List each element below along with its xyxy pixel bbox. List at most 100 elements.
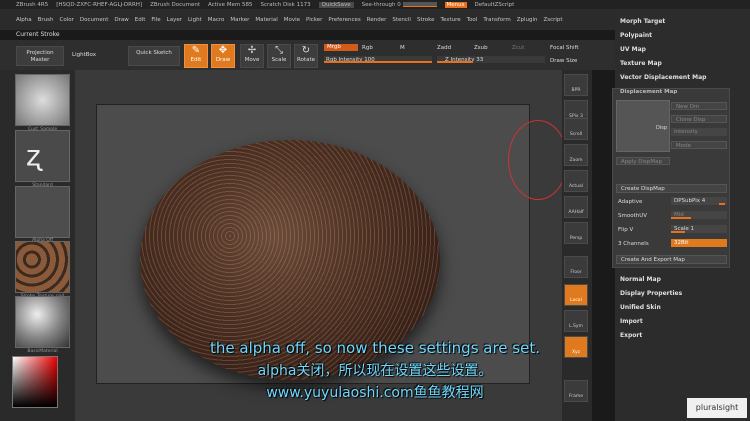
displacement-map-panel: Displacement Map Disp New Dm Clone Disp …: [612, 88, 730, 268]
shelf-zoom-button[interactable]: Zoom: [564, 144, 588, 166]
shelf-l-sym-button[interactable]: L.Sym: [564, 310, 588, 332]
menu-stencil[interactable]: Stencil: [392, 17, 411, 23]
rgb-intensity-fill: [324, 61, 432, 63]
alpha-thumbnail[interactable]: [15, 186, 70, 238]
projection-master-button[interactable]: Projection Master: [16, 46, 64, 66]
texture-thumbnail[interactable]: [15, 241, 70, 293]
morph-target-item[interactable]: Morph Target: [620, 18, 665, 25]
menu-tool[interactable]: Tool: [467, 17, 478, 23]
display-properties-item[interactable]: Display Properties: [620, 290, 682, 297]
32bit-toggle[interactable]: 32Bit: [671, 239, 727, 247]
seethrough-label: See-through: [361, 1, 396, 8]
menu-transform[interactable]: Transform: [483, 17, 510, 23]
menu-texture[interactable]: Texture: [441, 17, 461, 23]
dispmap-thumbnail[interactable]: Disp: [616, 100, 670, 152]
menu-macro[interactable]: Macro: [208, 17, 225, 23]
move-label: Move: [244, 57, 260, 63]
shelf-aahalf-button[interactable]: AAHalf: [564, 196, 588, 218]
smoothuv-toggle[interactable]: SmoothUV: [618, 213, 647, 219]
zcut-toggle[interactable]: Zcut: [512, 45, 524, 51]
rgb-intensity-slider[interactable]: Rgb Intensity 100: [324, 56, 432, 63]
default-zscript-button[interactable]: DefaultZScript: [475, 2, 515, 8]
zsub-toggle[interactable]: Zsub: [474, 45, 488, 51]
mrgb-toggle[interactable]: Mrgb: [324, 44, 358, 51]
seethrough-track: [402, 1, 437, 7]
draw-icon: ✥: [218, 45, 228, 56]
current-stroke-label: Current Stroke: [16, 31, 60, 38]
displacement-map-header[interactable]: Displacement Map: [620, 89, 677, 95]
active-mem: Active Mem 585: [207, 1, 253, 8]
menu-document[interactable]: Document: [80, 17, 109, 23]
three-channels-toggle[interactable]: 3 Channels: [618, 241, 649, 247]
move-button[interactable]: ✢ Move: [240, 44, 264, 68]
focal-shift-slider[interactable]: Focal Shift: [550, 45, 579, 51]
scale-button[interactable]: ⤡ Scale: [267, 44, 291, 68]
menu-file[interactable]: File: [151, 17, 160, 23]
quicksave-button[interactable]: QuickSave: [318, 1, 354, 8]
menu-marker[interactable]: Marker: [230, 17, 249, 23]
mode-button[interactable]: Mode: [671, 141, 727, 149]
edit-button[interactable]: ✎ Edit: [184, 44, 208, 68]
import-item[interactable]: Import: [620, 318, 643, 325]
menu-light[interactable]: Light: [188, 17, 202, 23]
quick-sketch-button[interactable]: Quick Sketch: [128, 46, 180, 66]
rotate-icon: ↻: [301, 45, 311, 56]
normal-map-item[interactable]: Normal Map: [620, 276, 661, 283]
unified-skin-item[interactable]: Unified Skin: [620, 304, 661, 311]
m-toggle[interactable]: M: [400, 45, 405, 51]
shelf-scroll-button[interactable]: Scroll: [564, 118, 588, 140]
z-intensity-slider[interactable]: Z Intensity 33: [437, 56, 545, 63]
intensity-slider[interactable]: Intensity: [671, 128, 727, 136]
shelf-persp-button[interactable]: Persp: [564, 222, 588, 244]
draw-label: Draw: [215, 57, 231, 63]
clone-disp-button[interactable]: Clone Disp: [671, 115, 727, 123]
mid-slider[interactable]: Mid: [671, 211, 727, 219]
menu-color[interactable]: Color: [60, 17, 74, 23]
menu-edit[interactable]: Edit: [135, 17, 146, 23]
draw-button[interactable]: ✥ Draw: [211, 44, 235, 68]
menu-zscript[interactable]: Zscript: [543, 17, 562, 23]
shelf-bpr-button[interactable]: BPR: [564, 74, 588, 96]
texture-map-item[interactable]: Texture Map: [620, 60, 662, 67]
draw-size-slider[interactable]: Draw Size: [550, 58, 577, 64]
dpsubpix-slider[interactable]: DPSubPix 4: [671, 197, 727, 205]
shelf-floor-button[interactable]: Floor: [564, 256, 588, 278]
rgb-toggle[interactable]: Rgb: [362, 45, 373, 51]
shelf-actual-button[interactable]: Actual: [564, 170, 588, 192]
create-dispmap-button[interactable]: Create DispMap: [616, 184, 727, 193]
seethrough-slider[interactable]: See-through 0: [361, 1, 437, 8]
menu-preferences[interactable]: Preferences: [328, 17, 360, 23]
app-name: ZBrush 4R5: [16, 1, 49, 8]
menus-button[interactable]: Menus: [444, 1, 467, 8]
dispmap-thumbnail-label: Disp: [655, 125, 667, 131]
menu-brush[interactable]: Brush: [38, 17, 54, 23]
vector-displacement-item[interactable]: Vector Displacement Map: [620, 74, 706, 81]
menu-stroke[interactable]: Stroke: [417, 17, 435, 23]
menu-material[interactable]: Material: [255, 17, 277, 23]
new-dm-button[interactable]: New Dm: [671, 102, 727, 110]
flip-v-toggle[interactable]: Flip V: [618, 227, 633, 233]
adaptive-toggle[interactable]: Adaptive: [618, 199, 642, 205]
menu-movie[interactable]: Movie: [284, 17, 300, 23]
menu-layer[interactable]: Layer: [167, 17, 182, 23]
shelf-local-button[interactable]: Local: [564, 284, 588, 306]
uv-map-item[interactable]: UV Map: [620, 46, 646, 53]
scale-icon: ⤡: [275, 45, 283, 56]
zadd-toggle[interactable]: Zadd: [437, 45, 451, 51]
apply-dispmap-button[interactable]: Apply DispMap: [616, 157, 670, 165]
stroke-thumbnail[interactable]: ʐ: [15, 130, 70, 182]
rotate-button[interactable]: ↻ Rotate: [294, 44, 318, 68]
menu-render[interactable]: Render: [367, 17, 387, 23]
scale-slider[interactable]: Scale 1: [671, 225, 727, 233]
menu-draw[interactable]: Draw: [114, 17, 128, 23]
polypaint-item[interactable]: Polypaint: [620, 32, 652, 39]
edit-icon: ✎: [191, 45, 201, 56]
menu-zplugin[interactable]: Zplugin: [517, 17, 538, 23]
create-export-map-button[interactable]: Create And Export Map: [616, 255, 727, 264]
export-item[interactable]: Export: [620, 332, 642, 339]
menu-alpha[interactable]: Alpha: [16, 17, 32, 23]
menu-picker[interactable]: Picker: [306, 17, 322, 23]
brush-thumbnail[interactable]: [15, 74, 70, 126]
lightbox-button[interactable]: LightBox: [72, 52, 96, 58]
subtitle-english: the alpha off, so now these settings are…: [210, 339, 540, 357]
